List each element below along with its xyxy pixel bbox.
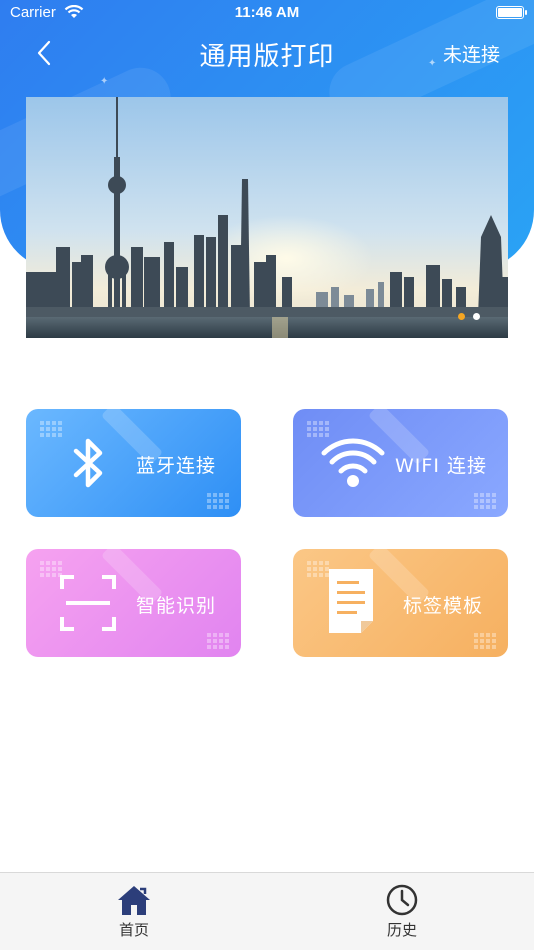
status-bar: Carrier 11:46 AM: [0, 0, 534, 28]
scan-icon: [60, 575, 116, 631]
home-icon: [118, 886, 150, 915]
carousel-indicator[interactable]: [458, 313, 480, 320]
smart-recognition-label: 智能识别: [136, 595, 217, 617]
decor-dots: [474, 493, 496, 509]
document-icon: [329, 569, 373, 633]
decor-dots: [474, 633, 496, 649]
carousel-dot-active[interactable]: [458, 313, 465, 320]
label-template-label: 标签模板: [403, 595, 484, 617]
status-time: 11:46 AM: [234, 4, 300, 21]
banner-carousel[interactable]: [26, 97, 508, 338]
tab-home-label: 首页: [118, 921, 149, 939]
wifi-connect-button[interactable]: WIFI 连接: [293, 409, 508, 517]
battery-icon: [496, 6, 527, 19]
banner-image: [26, 97, 508, 338]
wifi-connect-label: WIFI 连接: [395, 455, 487, 477]
bluetooth-connect-button[interactable]: 蓝牙连接: [26, 409, 241, 517]
clock-icon: [386, 884, 418, 916]
tab-bar: 首页 历史: [0, 872, 534, 950]
carousel-dot[interactable]: [473, 313, 480, 320]
decor-dots: [207, 493, 229, 509]
bluetooth-connect-label: 蓝牙连接: [136, 455, 217, 477]
wifi-icon: [321, 438, 385, 487]
decor-dots: [207, 633, 229, 649]
label-template-button[interactable]: 标签模板: [293, 549, 508, 657]
tab-history-label: 历史: [386, 921, 417, 939]
bluetooth-icon: [73, 438, 103, 488]
connection-status-button[interactable]: 未连接: [443, 40, 500, 67]
navigation-bar: 通用版打印 未连接: [0, 28, 534, 78]
smart-recognition-button[interactable]: 智能识别: [26, 549, 241, 657]
tab-history[interactable]: 历史: [342, 873, 462, 950]
tab-home[interactable]: 首页: [74, 873, 194, 950]
